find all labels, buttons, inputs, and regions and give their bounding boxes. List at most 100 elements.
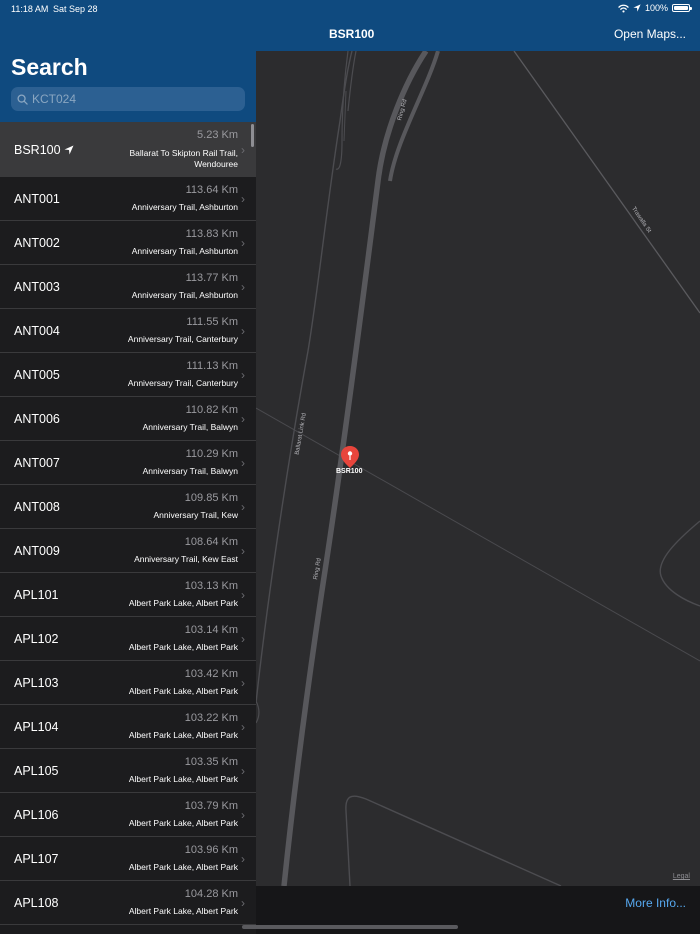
status-right: 100% [618,3,692,13]
chevron-right-icon: › [241,279,245,294]
chevron-right-icon: › [241,235,245,250]
chevron-right-icon: › [241,675,245,690]
list-item-distance: 103.22 Km [184,712,238,724]
list-item-code: ANT009 [14,543,60,558]
list-item-code: APL105 [14,763,59,778]
list-item-description: Albert Park Lake, Albert Park [128,686,238,696]
list-item-bsr100[interactable]: BSR100 5.23 Km Ballarat To Skipton Rail Tr… [0,122,256,177]
list-item-code: APL107 [14,851,59,866]
chevron-right-icon: › [241,763,245,778]
list-item-distance: 111.55 Km [186,316,238,328]
battery-percent: 100% [644,3,668,13]
search-title: Search [11,54,88,80]
sidebar-header: Search [0,0,256,122]
map-roads [256,51,700,886]
more-info-button[interactable]: More Info... [625,896,686,910]
list-item-ant005[interactable]: ANT005 111.13 Km Anniversary Trail, Canter… [0,353,256,397]
map-pin[interactable] [340,445,360,469]
list-item-distance: 113.64 Km [185,184,238,196]
list-item-distance: 103.35 Km [184,756,238,768]
chevron-right-icon: › [241,142,245,157]
list-item-description: Anniversary Trail, Canterbury [127,334,238,344]
list-item-apl107[interactable]: APL107 103.96 Km Albert Park Lake, Albert … [0,837,256,881]
chevron-right-icon: › [241,631,245,646]
legal-link[interactable]: Legal [673,873,690,880]
list-item-code: ANT006 [14,411,60,426]
trail-list: BSR100 5.23 Km Ballarat To Skipton Rail Tr… [0,122,256,925]
list-item-distance: 108.64 Km [184,536,238,548]
list-item-description: Anniversary Trail, Balwyn [142,466,238,476]
list-item-ant008[interactable]: ANT008 109.85 Km Anniversary Trail, Kew › [0,485,256,529]
list-item-distance: 104.28 Km [184,888,238,900]
list-item-ant003[interactable]: ANT003 113.77 Km Anniversary Trail, Ashbur… [0,265,256,309]
chevron-right-icon: › [241,543,245,558]
list-item-description: Anniversary Trail, Ashburton [131,246,238,256]
list-item-description: Anniversary Trail, Ashburton [131,202,238,212]
list-item-code: APL108 [14,895,59,910]
list-item-ant006[interactable]: ANT006 110.82 Km Anniversary Trail, Balwyn… [0,397,256,441]
open-maps-button[interactable]: Open Maps... [614,27,686,41]
list-item-code: ANT002 [14,235,60,250]
list-item-distance: 103.96 Km [184,844,238,856]
chevron-right-icon: › [241,895,245,910]
list-item-ant002[interactable]: ANT002 113.83 Km Anniversary Trail, Ashbur… [0,221,256,265]
list-item-distance: 110.29 Km [185,448,238,460]
list-item-description: Anniversary Trail, Kew East [134,554,238,564]
list-item-apl106[interactable]: APL106 103.79 Km Albert Park Lake, Albert … [0,793,256,837]
list-item-code: ANT003 [14,279,60,294]
list-item-description: Albert Park Lake, Albert Park [128,862,238,872]
list-item-ant001[interactable]: ANT001 113.64 Km Anniversary Trail, Ashbur… [0,177,256,221]
search-input[interactable] [32,92,232,106]
list-item-description: Ballarat To Skipton Rail Trail, Wendoure… [129,148,238,169]
location-services-icon [633,4,641,12]
list-item-description: Albert Park Lake, Albert Park [128,906,238,916]
chevron-right-icon: › [241,455,245,470]
list-item-apl105[interactable]: APL105 103.35 Km Albert Park Lake, Albert … [0,749,256,793]
chevron-right-icon: › [241,851,245,866]
chevron-right-icon: › [241,719,245,734]
list-item-description: Anniversary Trail, Kew [153,510,238,520]
search-icon [17,93,28,105]
list-item-ant004[interactable]: ANT004 111.55 Km Anniversary Trail, Canter… [0,309,256,353]
chevron-right-icon: › [241,587,245,602]
list-item-code: ANT001 [14,191,60,206]
list-item-apl108[interactable]: APL108 104.28 Km Albert Park Lake, Albert … [0,881,256,925]
home-indicator[interactable] [242,925,458,929]
list-item-ant007[interactable]: ANT007 110.29 Km Anniversary Trail, Balwyn… [0,441,256,485]
list-item-code: APL106 [14,807,59,822]
map-view[interactable]: Ring Rd Trawalla St Ballarat Link Rd Rin… [256,51,700,886]
list-item-apl103[interactable]: APL103 103.42 Km Albert Park Lake, Albert … [0,661,256,705]
list-item-description: Anniversary Trail, Ashburton [131,290,238,300]
list-item-apl102[interactable]: APL102 103.14 Km Albert Park Lake, Albert … [0,617,256,661]
location-arrow-icon [64,145,74,154]
chevron-right-icon: › [241,807,245,822]
list-item-code: APL103 [14,675,59,690]
list-item-distance: 103.79 Km [184,800,238,812]
list-item-code: ANT008 [14,499,60,514]
chevron-right-icon: › [241,499,245,514]
list-item-distance: 110.82 Km [185,404,238,416]
list-item-code: APL104 [14,719,59,734]
chevron-right-icon: › [241,191,245,206]
chevron-right-icon: › [241,323,245,338]
search-field[interactable] [11,87,245,111]
list-item-apl104[interactable]: APL104 103.22 Km Albert Park Lake, Albert … [0,705,256,749]
list-item-description: Anniversary Trail, Balwyn [142,422,238,432]
list-item-distance: 103.13 Km [184,580,238,592]
list-item-distance: 103.42 Km [184,668,238,680]
list-item-description: Albert Park Lake, Albert Park [128,642,238,652]
list-item-description: Albert Park Lake, Albert Park [128,730,238,740]
chevron-right-icon: › [241,411,245,426]
list-item-description: Albert Park Lake, Albert Park [128,598,238,608]
map-pin-label: BSR100 [336,468,363,475]
list-item-distance: 111.13 Km [186,360,238,372]
map-pin-icon [341,446,359,468]
list-item-apl101[interactable]: APL101 103.13 Km Albert Park Lake, Albert … [0,573,256,617]
list-item-code: APL101 [14,587,59,602]
status-time: 11:18 AM [11,4,49,14]
list-item-code: APL102 [14,631,59,646]
scroll-indicator[interactable] [251,124,254,147]
list-item-ant009[interactable]: ANT009 108.64 Km Anniversary Trail, Kew Ea… [0,529,256,573]
list-item-description: Albert Park Lake, Albert Park [128,818,238,828]
battery-icon [672,4,692,12]
